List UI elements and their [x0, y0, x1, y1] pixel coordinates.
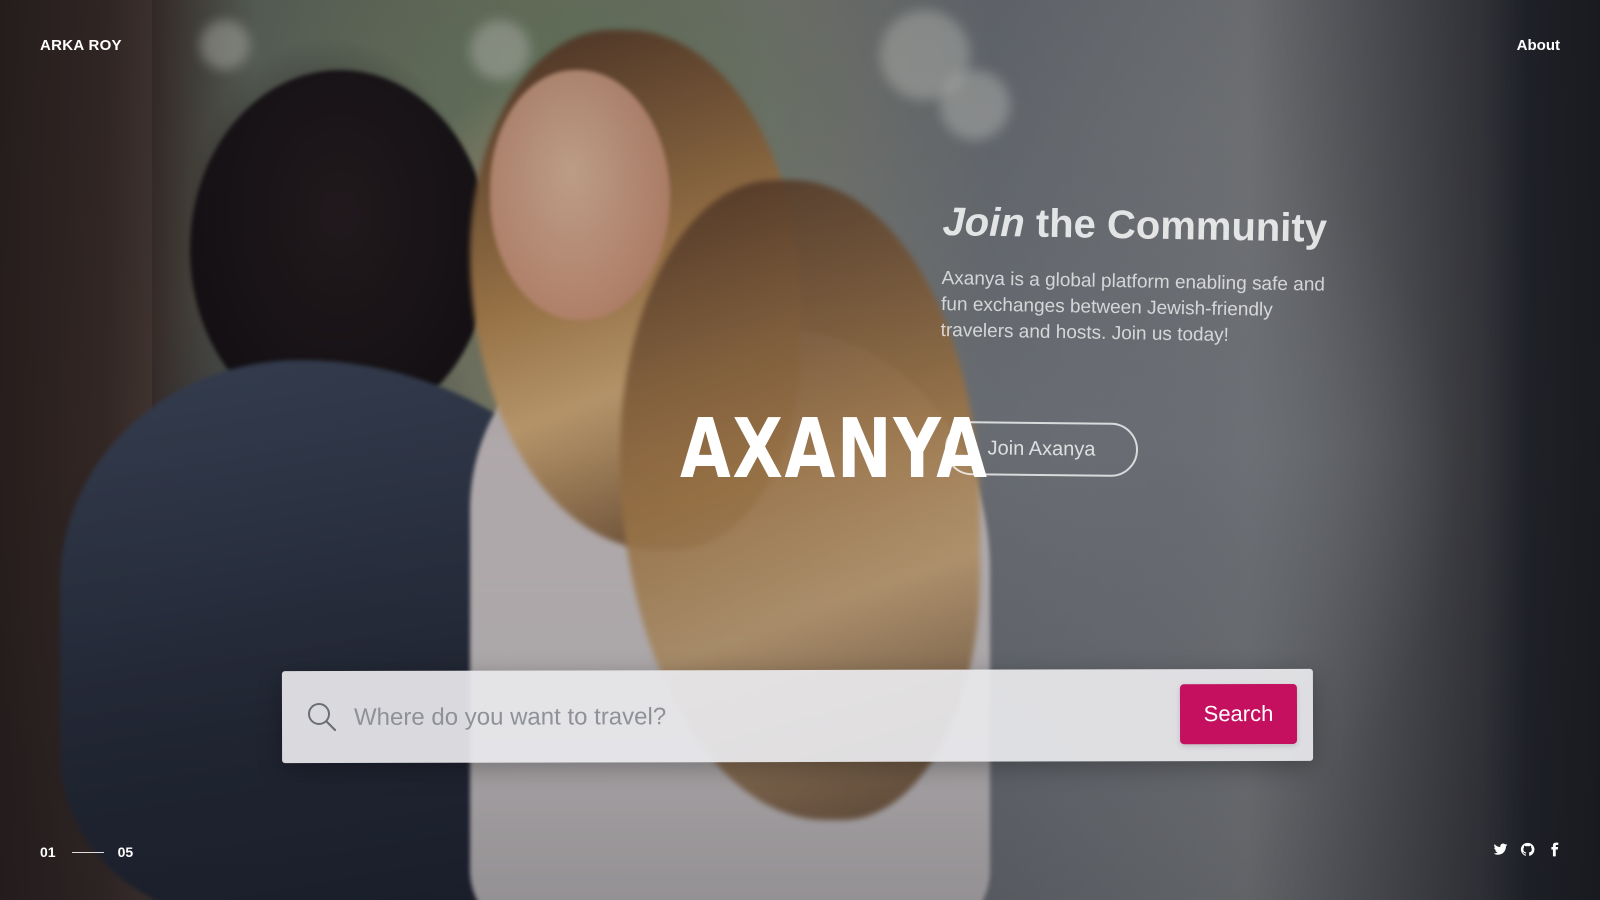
axanya-wordmark: AXANYA — [680, 402, 989, 497]
pager-divider — [71, 851, 104, 853]
search-button[interactable]: Search — [1179, 683, 1298, 745]
pager-current: 01 — [40, 844, 56, 860]
community-card: Join the Community Axanya is a global pl… — [940, 196, 1343, 351]
community-title-rest: the Community — [1024, 201, 1328, 251]
github-icon[interactable] — [1520, 842, 1535, 857]
search-input[interactable] — [351, 689, 1147, 745]
pager-total: 05 — [117, 844, 134, 860]
slide-pager: 01 05 — [40, 844, 133, 860]
community-description: Axanya is a global platform enabling saf… — [940, 267, 1326, 347]
nav-about-link[interactable]: About — [1517, 37, 1560, 54]
brand-name[interactable]: ARKA ROY — [40, 37, 122, 54]
landing-page: ARKA ROY About Join the Community Axanya… — [0, 0, 1600, 900]
community-title: Join the Community — [942, 196, 1343, 255]
community-title-italic: Join — [942, 199, 1026, 246]
twitter-icon[interactable] — [1493, 842, 1508, 857]
social-links — [1493, 842, 1562, 857]
search-bar: Search — [281, 668, 1314, 764]
facebook-icon[interactable] — [1547, 842, 1562, 857]
search-icon — [306, 701, 338, 733]
